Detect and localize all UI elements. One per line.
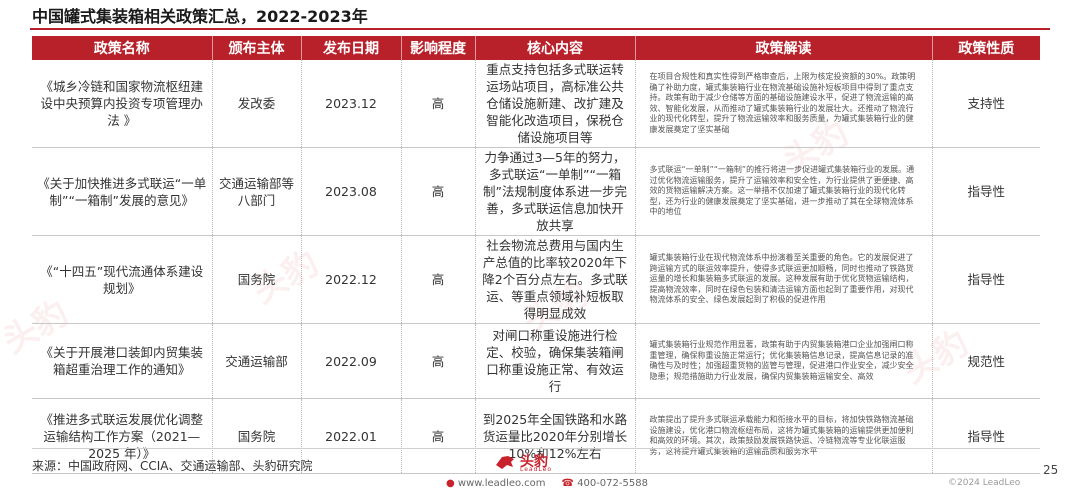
interpretation-cell: 政策提出了提升多式联运承载能力和衔接水平的目标，将加快铁路物流基础设施建设，优化…	[635, 398, 933, 474]
impact-cell: 高	[401, 147, 476, 236]
core-content-cell: 社会物流总费用与国内生产总值的比率较2020年下降2个百分点左右。多式联运、等重…	[475, 235, 636, 324]
nature-cell: 支持性	[932, 60, 1040, 148]
nature-cell: 指导性	[932, 398, 1040, 474]
interpretation-cell: 罐式集装箱行业规范作用显著，政策有助于内贸集装箱港口企业加强闸口称重管理，确保称…	[635, 323, 933, 399]
leopard-logo-icon	[496, 456, 514, 469]
brand-logo: 头豹 LeadLeo	[494, 451, 584, 473]
issuer-cell: 国务院	[212, 235, 302, 324]
impact-cell: 高	[401, 398, 476, 474]
table-row: 《关于加快推进多式联运“一单制”“一箱制”发展的意见》 交通运输部等八部门 20…	[32, 147, 1040, 236]
column-header: 颁布主体	[212, 36, 302, 60]
phone-number: 400-072-5588	[577, 478, 648, 489]
copyright: ©2024 LeadLeo	[948, 478, 1021, 488]
date-cell: 2022.12	[301, 235, 402, 324]
brand-subtitle: LeadLeo	[520, 466, 553, 473]
interpretation-cell: 多式联运“一单制”“一箱制”的推行将进一步促进罐式集装箱行业的发展。通过优化物流…	[635, 147, 933, 236]
nature-cell: 指导性	[932, 235, 1040, 324]
page-title: 中国罐式集装箱相关政策汇总，2022-2023年	[32, 7, 368, 26]
source-note: 来源：中国政府网、CCIA、交通运输部、头豹研究院	[32, 459, 313, 473]
table-row: 《“十四五”现代流通体系建设规划》 国务院 2022.12 高 社会物流总费用与…	[32, 235, 1040, 324]
column-header: 政策名称	[32, 36, 213, 60]
table-row: 《关于开展港口装卸内贸集装箱超重治理工作的通知》 交通运输部 2022.09 高…	[32, 323, 1040, 399]
policy-table: 政策名称 颁布主体 发布日期 影响程度 核心内容 政策解读 政策性质 《城乡冷链…	[32, 36, 1040, 474]
core-content-cell: 重点支持包括多式联运转运场站项目，高标准公共仓储设施新建、改扩建及智能化改造项目…	[475, 60, 636, 148]
phone-icon: ☎	[561, 478, 574, 489]
policy-name-cell: 《关于加快推进多式联运“一单制”“一箱制”发展的意见》	[32, 147, 213, 236]
policy-name-cell: 《关于开展港口装卸内贸集装箱超重治理工作的通知》	[32, 323, 213, 399]
column-header: 政策性质	[932, 36, 1040, 60]
date-cell: 2022.01	[301, 398, 402, 474]
column-header: 政策解读	[635, 36, 933, 60]
issuer-cell: 发改委	[212, 60, 302, 148]
nature-cell: 规范性	[932, 323, 1040, 399]
title-divider	[30, 28, 1050, 30]
interpretation-cell: 在项目合规性和真实性得到严格审查后，上限为核定投资额的30%。政策明确了补助力度…	[635, 60, 933, 148]
contact-info: ● www.leadleo.com ☎ 400-072-5588	[446, 478, 648, 489]
date-cell: 2023.08	[301, 147, 402, 236]
impact-cell: 高	[401, 60, 476, 148]
table-row: 《城乡冷链和国家物流枢纽建设中央预算内投资专项管理办法 》 发改委 2023.1…	[32, 60, 1040, 148]
date-cell: 2022.09	[301, 323, 402, 399]
column-header: 核心内容	[475, 36, 636, 60]
nature-cell: 指导性	[932, 147, 1040, 236]
page-number: 25	[1043, 463, 1059, 477]
policy-name-cell: 《“十四五”现代流通体系建设规划》	[32, 235, 213, 324]
policy-name-cell: 《城乡冷链和国家物流枢纽建设中央预算内投资专项管理办法 》	[32, 60, 213, 148]
core-content-cell: 对闸口称重设施进行检定、校验，确保集装箱闸口称重设施正常、有效运行	[475, 323, 636, 399]
date-cell: 2023.12	[301, 60, 402, 148]
column-header: 影响程度	[401, 36, 476, 60]
impact-cell: 高	[401, 323, 476, 399]
issuer-cell: 交通运输部	[212, 323, 302, 399]
column-header: 发布日期	[301, 36, 402, 60]
globe-icon: ●	[446, 478, 455, 489]
issuer-cell: 交通运输部等八部门	[212, 147, 302, 236]
impact-cell: 高	[401, 235, 476, 324]
table-header-row: 政策名称 颁布主体 发布日期 影响程度 核心内容 政策解读 政策性质	[32, 36, 1040, 60]
interpretation-cell: 罐式集装箱行业在现代物流体系中扮演着至关重要的角色。它的发展促进了跨运输方式的联…	[635, 235, 933, 324]
core-content-cell: 力争通过3—5年的努力，多式联运“一单制”“一箱制”法规制度体系进一步完善，多式…	[475, 147, 636, 236]
footer-divider	[32, 448, 1040, 449]
website-link[interactable]: www.leadleo.com	[458, 478, 546, 489]
